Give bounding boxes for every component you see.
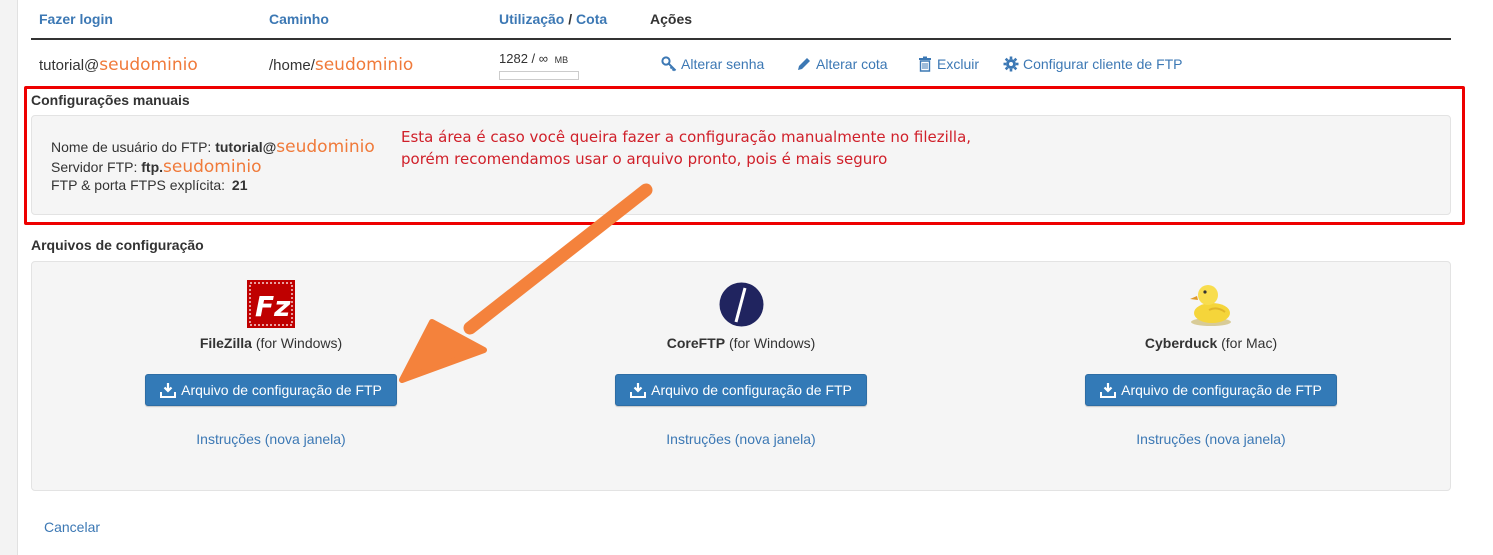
login-prefix: tutorial@ — [39, 57, 100, 74]
change-password-label[interactable]: Alterar senha — [681, 56, 764, 72]
change-quota-label[interactable]: Alterar cota — [816, 56, 888, 72]
quota-progress-bar — [499, 71, 579, 80]
header-quota[interactable]: Cota — [576, 11, 607, 27]
delete-label[interactable]: Excluir — [937, 56, 979, 72]
change-quota-action[interactable]: Alterar cota — [796, 56, 888, 72]
key-icon — [661, 56, 677, 72]
change-password-action[interactable]: Alterar senha — [661, 56, 764, 72]
annotation-red-box — [24, 86, 1465, 225]
cyberduck-download-label[interactable]: Arquivo de configuração de FTP — [1121, 382, 1322, 398]
download-icon — [630, 383, 647, 398]
download-icon — [1100, 383, 1117, 398]
header-divider — [31, 38, 1451, 40]
cyberduck-title: Cyberduck (for Mac) — [1061, 335, 1361, 351]
coreftp-platform: (for Windows) — [728, 335, 816, 351]
configure-ftp-client-action[interactable]: Configurar cliente de FTP — [1003, 56, 1183, 72]
configure-ftp-client-label[interactable]: Configurar cliente de FTP — [1023, 56, 1183, 72]
header-usage-quota: Utilização / Cota — [499, 11, 607, 27]
gear-icon — [1003, 56, 1019, 72]
filezilla-title: FileZilla (for Windows) — [121, 335, 421, 351]
login-domain: seudominio — [99, 55, 198, 75]
path-prefix: /home/ — [269, 57, 315, 74]
header-actions: Ações — [650, 11, 693, 27]
filezilla-download-label[interactable]: Arquivo de configuração de FTP — [181, 382, 382, 398]
usage-value: 1282 / ∞ MB — [499, 51, 568, 66]
header-path[interactable]: Caminho — [269, 11, 329, 27]
cyberduck-logo — [1187, 278, 1235, 328]
header-usage[interactable]: Utilização — [499, 11, 564, 27]
usage-unit: MB — [554, 55, 569, 65]
pencil-icon — [798, 58, 810, 70]
filezilla-platform: (for Windows) — [255, 335, 343, 351]
cancel-link[interactable]: Cancelar — [44, 519, 100, 535]
coreftp-title: CoreFTP (for Windows) — [591, 335, 891, 351]
svg-text:Fz: Fz — [255, 290, 291, 323]
cyberduck-download-button[interactable]: Arquivo de configuração de FTP — [1085, 374, 1337, 406]
cyberduck-platform: (for Mac) — [1221, 335, 1278, 351]
coreftp-name: CoreFTP — [666, 335, 726, 351]
filezilla-logo: Fz — [247, 280, 295, 328]
header-slash: / — [568, 11, 573, 27]
row-path: /home/seudominio — [269, 55, 413, 75]
config-files-title: Arquivos de configuração — [31, 237, 204, 253]
coreftp-logo — [719, 282, 764, 327]
header-login[interactable]: Fazer login — [39, 11, 113, 27]
coreftp-download-button[interactable]: Arquivo de configuração de FTP — [615, 374, 867, 406]
trash-icon — [919, 56, 931, 72]
filezilla-name: FileZilla — [199, 335, 252, 351]
cyberduck-instructions-link[interactable]: Instruções (nova janela) — [1061, 431, 1361, 447]
usage-text: 1282 / ∞ — [499, 51, 549, 66]
download-icon — [160, 383, 177, 398]
coreftp-download-label[interactable]: Arquivo de configuração de FTP — [651, 382, 852, 398]
left-panel-border — [0, 0, 18, 555]
path-domain: seudominio — [314, 55, 414, 75]
filezilla-download-button[interactable]: Arquivo de configuração de FTP — [145, 374, 397, 406]
delete-action[interactable]: Excluir — [917, 56, 979, 72]
coreftp-instructions-link[interactable]: Instruções (nova janela) — [591, 431, 891, 447]
filezilla-instructions-link[interactable]: Instruções (nova janela) — [121, 431, 421, 447]
row-login: tutorial@seudominio — [39, 55, 198, 75]
cyberduck-name: Cyberduck — [1144, 335, 1218, 351]
